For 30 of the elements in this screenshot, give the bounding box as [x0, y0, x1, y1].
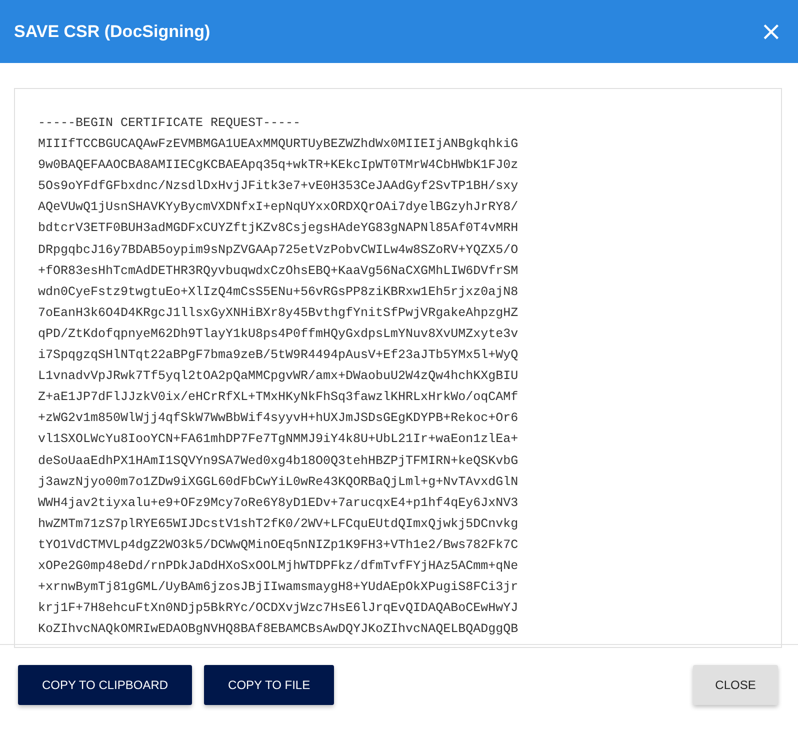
csr-line: Z+aE1JP7dFlJJzkV0ix/eHCrRfXL+TMxHKyNkFhSq3fawzlKHRLxHrkWo/oqCAMf — [38, 389, 520, 406]
csr-line: MIIIfTCCBGUCAQAwFzEVMBMGA1UEAxMMQURTUyBEZWZhdWx0MIIEIjANBgkqhkiG — [38, 136, 520, 154]
csr-line: deSoUaaEdhPX1HAmI1SQVYn9SA7Wed0xg4b18O0Q3tehHBZPjTFMIRN+keQSKvbG — [38, 452, 520, 470]
csr-line: 9w0BAQEFAAOCBA8AMIIECgKCBAEApq35q+wkTR+KEkcIpWT0TMrW4CbHWbK1FJ0z — [38, 157, 520, 174]
csr-line: DRpgqbcJ16y7BDAB5oypim9sNpZVGAAp725etVzPobvCWILw4w8SZoRV+YQZX5/O — [38, 242, 520, 259]
csr-line: +zWG2v1m850WlWjj4qfSkW7WwBbWif4syyvH+hUXJmJSDsGEgKDYPB+Rekoc+Or6 — [38, 410, 520, 428]
csr-line: +xrnwBymTj81gGML/UyBAm6jzosJBjIIwamsmaygH8+YUdAEpOkXPugiS8FCi3jr — [38, 579, 520, 596]
csr-line: wdn0CyeFstz9twgtuEo+XlIzQ4mCsS5ENu+56vRGsPP8ziKBRxw1Eh5rjxz0ajN8 — [38, 284, 520, 301]
csr-line: hwZMTm71zS7plRYE65WIJDcstV1shT2fK0/2WV+LFCquEUtdQImxQjwkj5DCnvkg — [38, 516, 520, 533]
csr-line: i7SpqgzqSHlNTqt22aBPgF7bma9zeB/5tW9R4494pAusV+Ef23aJTb5YMx5l+WyQ — [38, 347, 520, 364]
csr-line: +fOR83esHhTcmAdDETHR3RQyvbuqwdxCzOhsEBQ+KaaVg56NaCXGMhLIW6DVfrSM — [38, 262, 520, 280]
csr-line: tYO1VdCTMVLp4dgZ2WO3k5/DCWwQMinOEq5nNIZp1K9FH3+VTh1e2/Bws782Fk7C — [38, 536, 520, 554]
csr-line: j3awzNjyo00m7o1ZDw9iXGGL60dFbCwYiL0wRe43KQORBaQjLml+g+NvTAvxdGlN — [38, 474, 520, 491]
csr-line: 5Os9oYFdfGFbxdnc/NzsdlDxHvjJFitk3e7+vE0H353CeJAAdGyf2SvTP1BH/sxy — [38, 178, 520, 196]
csr-line: qPD/ZtKdofqpnyeM62Dh9TlayY1kU8ps4P0ffmHQyGxdpsLmYNuv8XvUMZxyte3v — [38, 326, 520, 343]
dialog-title: SAVE CSR (DocSigning) — [14, 22, 210, 42]
csr-line: xOPe2G0mp48eDd/rnPDkJaDdHXoSxOOLMjhWTDPFkz/dfmTvfFYjHAz5ACmm+qNe — [38, 558, 520, 575]
csr-line: 7oEanH3k6O4D4KRgcJ1llsxGyXNHiBXr8y45BvthgfYnitSfPwjVRgakeAhpzgHZ — [38, 304, 520, 322]
csr-line: WWH4jav2tiyxalu+e9+OFz9Mcy7oRe6Y8yD1EDv+7arucqxE4+p1hf4qEy6JxNV3 — [38, 494, 520, 512]
copy-button[interactable]: COPY TO FILE — [204, 665, 334, 705]
csr-line: KoZIhvcNAQkOMRIwEDAOBgNVHQ8BAf8EBAMCBsAwDQYJKoZIhvcNAQELBQADggQB — [38, 621, 520, 638]
csr-line: AQeVUwQ1jUsnSHAVKYyBycmVXDNfxI+epNqUYxxORDXQrOAi7dyelBGzyhJrRY8/ — [38, 199, 520, 216]
csr-line: -----BEGIN CERTIFICATE REQUEST----- — [38, 115, 302, 132]
csr-text-area[interactable] — [14, 88, 782, 648]
close-button[interactable]: CLOSE — [693, 665, 778, 705]
copy-button[interactable]: COPY TO CLIPBOARD — [18, 665, 192, 705]
csr-line: L1vnadvVpJRwk7Tf5yql2tOA2pQaMMCpgvWR/amx+DWaobuU2W4zQw4hchKXgBIU — [38, 368, 520, 386]
csr-line: bdtcrV3ETF0BUH3adMGDFxCUYZftjKZv8CsjegsHAdeYG83gNAPNl85Af0T4vMRH — [38, 220, 520, 238]
csr-line: krj1F+7H8ehcuFtXn0NDjp5BkRYc/OCDXvjWzc7HsE6lJrqEvQIDAQABoCEwHwYJ — [38, 600, 520, 618]
csr-line: vl1SXOLWcYu8IooYCN+FA61mhDP7Fe7TgNMMJ9iY4k8U+UbL21Ir+waEon1zlEa+ — [38, 431, 520, 448]
